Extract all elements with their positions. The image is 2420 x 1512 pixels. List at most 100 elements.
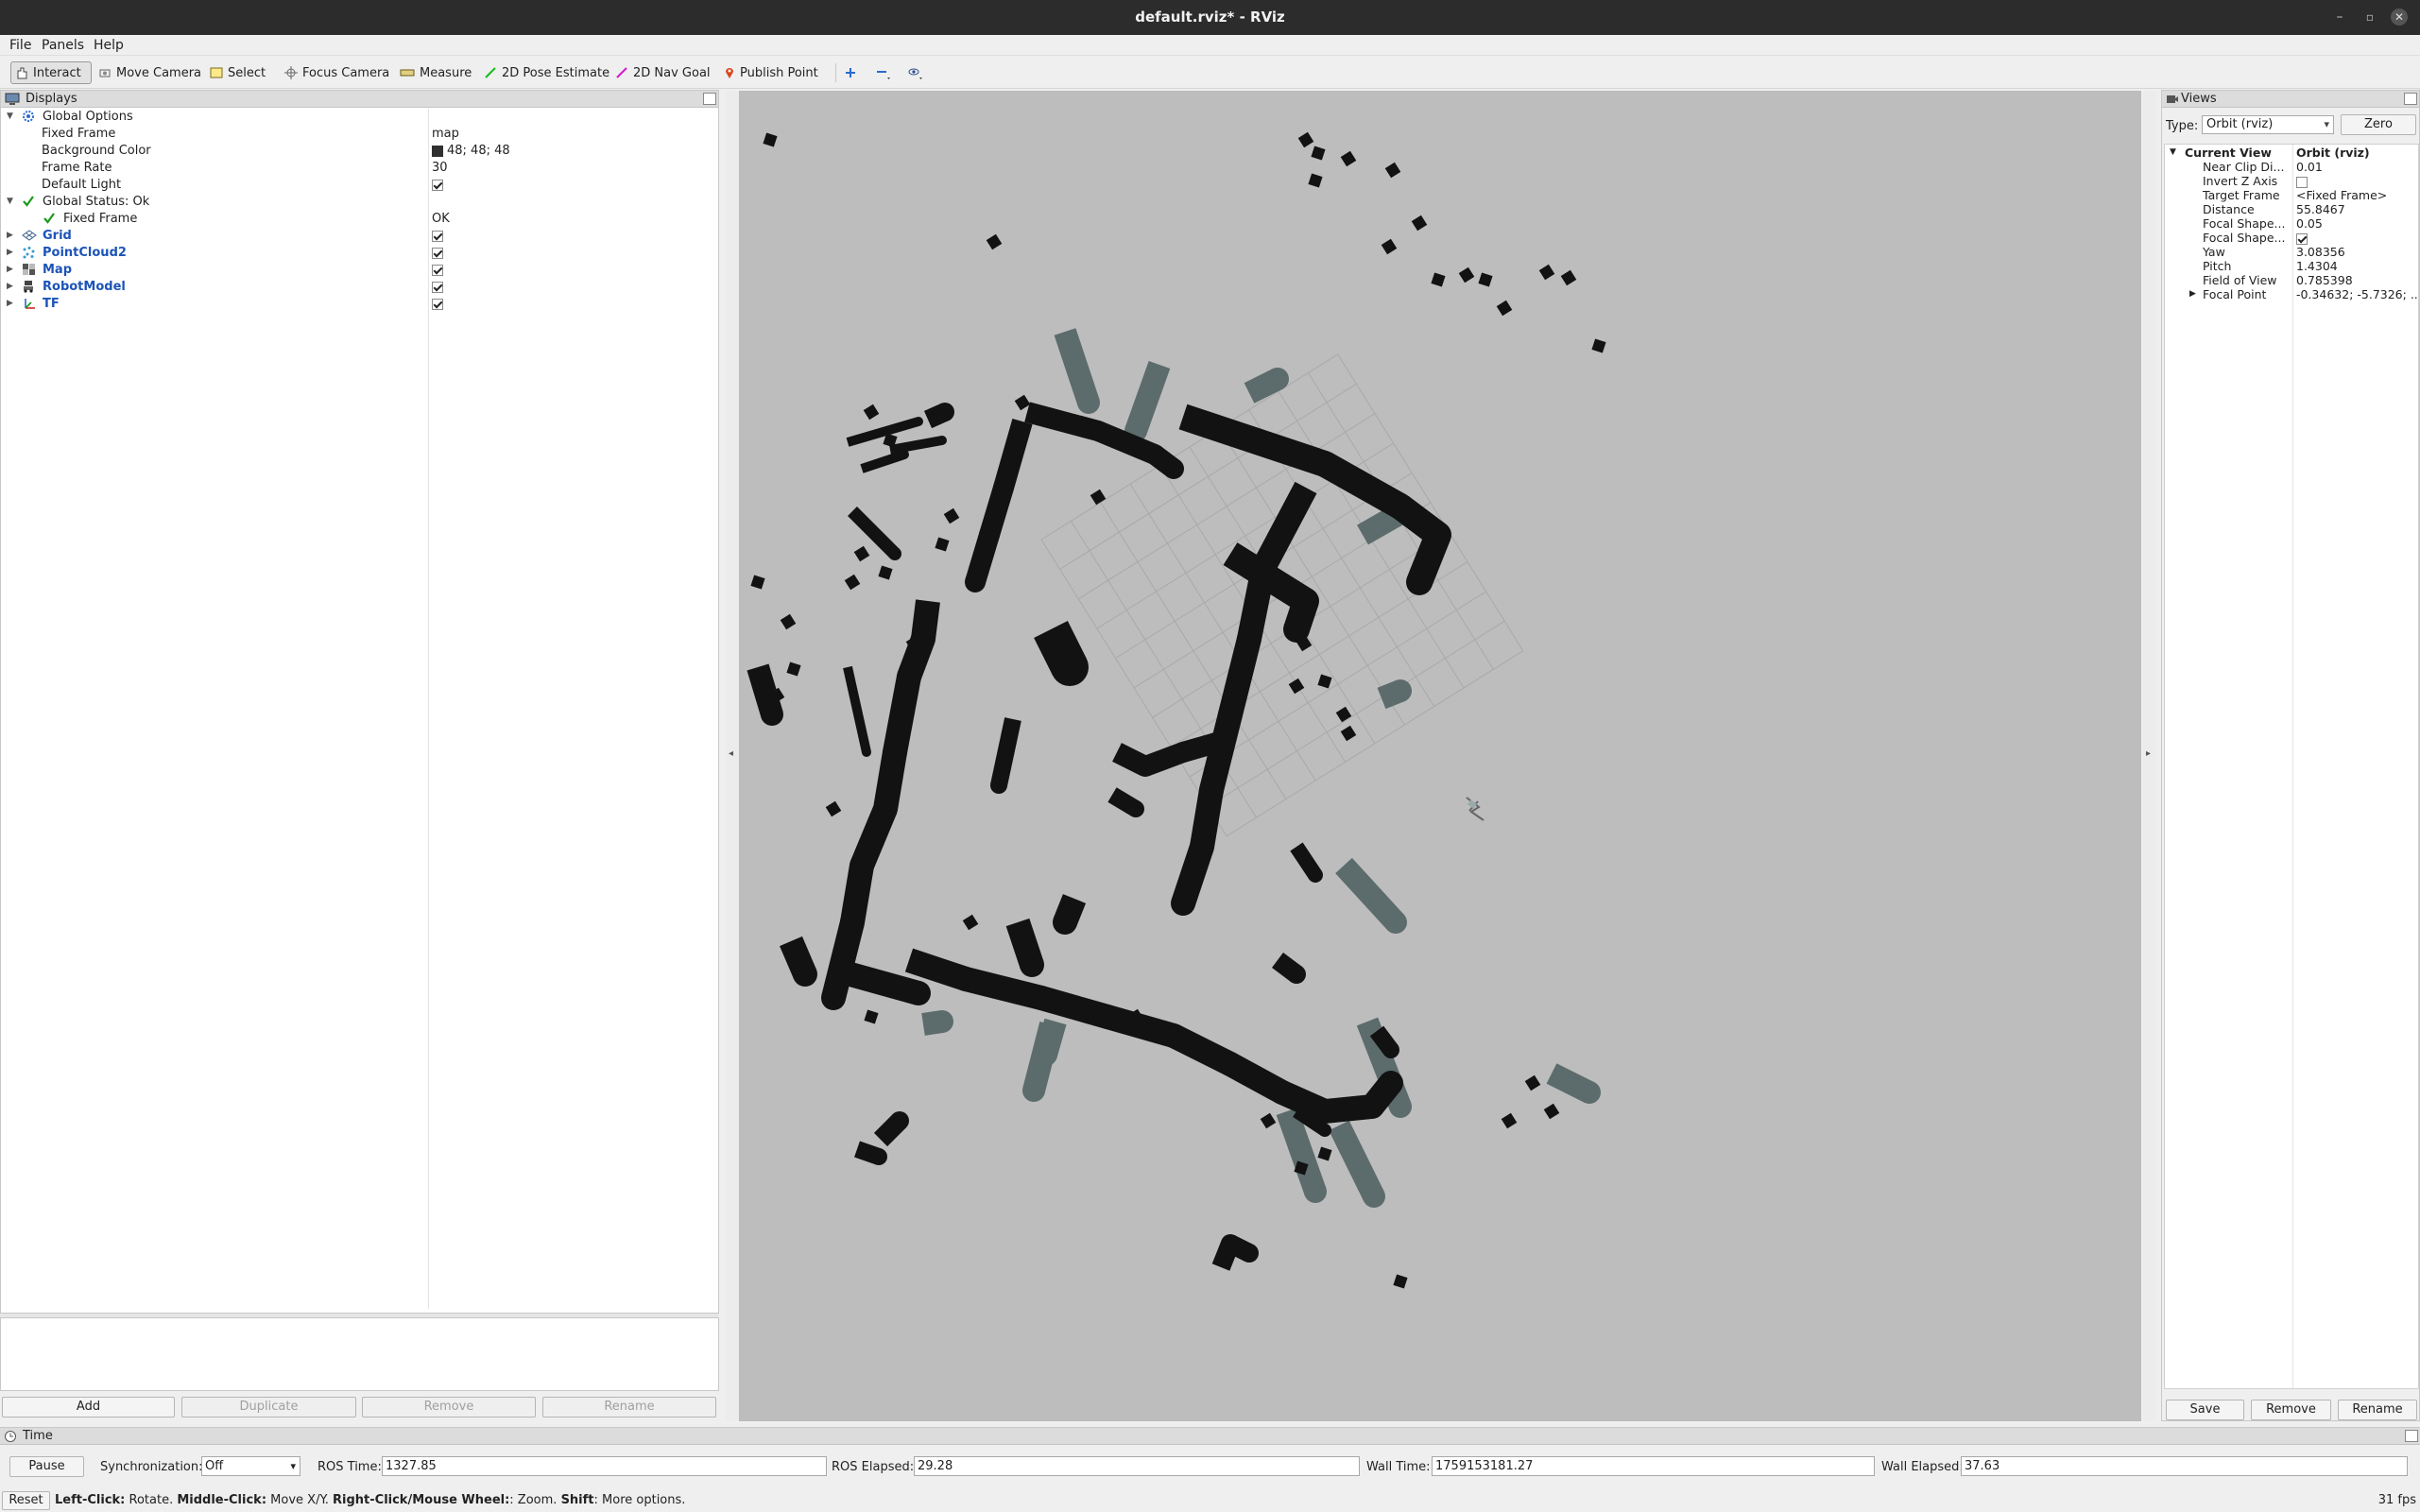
pause-button[interactable]: Pause bbox=[9, 1456, 84, 1477]
close-icon[interactable]: ✕ bbox=[2391, 9, 2408, 26]
collapse-arrow-icon[interactable]: ▶ bbox=[7, 231, 13, 240]
tool-2d-nav-goal[interactable]: 2D Nav Goal bbox=[611, 61, 714, 84]
tree-row-fixed-frame[interactable]: Fixed Frame map bbox=[1, 126, 718, 143]
collapse-arrow-icon[interactable]: ▶ bbox=[7, 265, 13, 274]
float-panel-button[interactable] bbox=[2404, 93, 2417, 105]
render-viewport[interactable] bbox=[739, 91, 2141, 1421]
remove-tool-button[interactable] bbox=[871, 61, 896, 84]
add-tool-button[interactable] bbox=[840, 61, 861, 84]
ros-time-field[interactable]: 1327.85 bbox=[382, 1456, 827, 1476]
menu-panels[interactable]: Panels bbox=[42, 38, 84, 53]
display-map-enabled bbox=[432, 263, 443, 277]
tool-select[interactable]: Select bbox=[206, 61, 269, 84]
prop-value[interactable]: -0.34632; -5.7326; ... bbox=[2296, 287, 2417, 301]
prop-value[interactable]: 0.01 bbox=[2296, 160, 2417, 174]
panel-visibility-button[interactable] bbox=[903, 61, 928, 84]
view-prop-row[interactable]: Field of View 0.785398 bbox=[2165, 273, 2418, 287]
prop-value[interactable]: 0.785398 bbox=[2296, 273, 2417, 287]
collapse-arrow-icon[interactable]: ▶ bbox=[7, 282, 13, 291]
tree-row-global-status[interactable]: ▼ Global Status: Ok bbox=[1, 194, 718, 211]
prop-value[interactable]: 0.05 bbox=[2296, 216, 2417, 231]
save-view-button[interactable]: Save bbox=[2166, 1400, 2244, 1420]
tree-row-status-fixed-frame[interactable]: Fixed Frame OK bbox=[1, 211, 718, 228]
tool-select-label: Select bbox=[228, 65, 266, 80]
background-color-value[interactable]: 48; 48; 48 bbox=[432, 144, 510, 158]
view-prop-row[interactable]: Distance 55.8467 bbox=[2165, 202, 2418, 216]
current-view-row[interactable]: ▼ Current View Orbit (rviz) bbox=[2165, 146, 2418, 160]
add-display-button[interactable]: Add bbox=[2, 1397, 175, 1418]
float-panel-button[interactable] bbox=[703, 93, 716, 105]
expand-arrow-icon[interactable]: ▼ bbox=[2170, 147, 2176, 157]
view-prop-row[interactable]: ▶ Focal Point -0.34632; -5.7326; ... bbox=[2165, 287, 2418, 301]
grid-checkbox[interactable] bbox=[432, 230, 443, 242]
robotmodel-checkbox[interactable] bbox=[432, 281, 443, 293]
tool-move-camera[interactable]: Move Camera bbox=[94, 61, 205, 84]
select-icon bbox=[210, 67, 223, 78]
sync-select[interactable]: Off ▾ bbox=[201, 1456, 300, 1476]
wall-elapsed-field[interactable]: 37.63 bbox=[1961, 1456, 2408, 1476]
prop-value[interactable]: <Fixed Frame> bbox=[2296, 188, 2417, 202]
view-type-select[interactable]: Orbit (rviz) bbox=[2202, 115, 2334, 134]
zero-view-button[interactable]: Zero bbox=[2341, 114, 2416, 135]
float-panel-button[interactable] bbox=[2405, 1430, 2418, 1442]
maximize-icon[interactable]: ▫ bbox=[2361, 9, 2378, 26]
menu-file[interactable]: File bbox=[9, 38, 31, 53]
rename-display-button[interactable]: Rename bbox=[542, 1397, 716, 1418]
tf-checkbox[interactable] bbox=[432, 298, 443, 310]
remove-display-button[interactable]: Remove bbox=[362, 1397, 536, 1418]
wall-cell bbox=[1163, 458, 1184, 479]
tree-row-tf[interactable]: ▶ TF bbox=[1, 296, 718, 313]
duplicate-display-button[interactable]: Duplicate bbox=[181, 1397, 356, 1418]
tree-row-map[interactable]: ▶ Map bbox=[1, 262, 718, 279]
tree-row-robotmodel[interactable]: ▶ RobotModel bbox=[1, 279, 718, 296]
tree-row-default-light[interactable]: Default Light bbox=[1, 177, 718, 194]
collapse-arrow-icon[interactable]: ▶ bbox=[2189, 289, 2196, 299]
focal-shape-checkbox[interactable] bbox=[2296, 232, 2308, 245]
wall-time-field[interactable]: 1759153181.27 bbox=[1432, 1456, 1875, 1476]
tree-row-background-color[interactable]: Background Color 48; 48; 48 bbox=[1, 143, 718, 160]
hint-move: Move X/Y. bbox=[266, 1493, 334, 1507]
map-checkbox[interactable] bbox=[432, 264, 443, 276]
pointcloud2-checkbox[interactable] bbox=[432, 247, 443, 259]
expand-arrow-icon[interactable]: ▼ bbox=[7, 112, 13, 121]
minimize-icon[interactable]: – bbox=[2331, 9, 2348, 26]
collapse-arrow-icon[interactable]: ▶ bbox=[7, 299, 13, 308]
tree-row-global-options[interactable]: ▼ Global Options bbox=[1, 109, 718, 126]
remove-view-button[interactable]: Remove bbox=[2251, 1400, 2331, 1420]
prop-value[interactable]: 55.8467 bbox=[2296, 202, 2417, 216]
tree-row-frame-rate[interactable]: Frame Rate 30 bbox=[1, 160, 718, 177]
collapse-right-panel-handle[interactable]: ▸ bbox=[2143, 91, 2156, 1421]
time-title: Time bbox=[23, 1429, 53, 1443]
tool-publish-point[interactable]: Publish Point bbox=[720, 61, 822, 84]
fixed-frame-value[interactable]: map bbox=[432, 127, 459, 141]
tool-measure[interactable]: Measure bbox=[396, 61, 475, 84]
tree-row-grid[interactable]: ▶ Grid bbox=[1, 228, 718, 245]
view-prop-row[interactable]: Pitch 1.4304 bbox=[2165, 259, 2418, 273]
invert-z-checkbox[interactable] bbox=[2296, 176, 2308, 188]
view-prop-row[interactable]: Near Clip Di... 0.01 bbox=[2165, 160, 2418, 174]
view-prop-row[interactable]: Yaw 3.08356 bbox=[2165, 245, 2418, 259]
frame-rate-value[interactable]: 30 bbox=[432, 161, 448, 175]
menu-help[interactable]: Help bbox=[94, 38, 124, 53]
ros-elapsed-field[interactable]: 29.28 bbox=[914, 1456, 1360, 1476]
expand-arrow-icon[interactable]: ▼ bbox=[7, 197, 13, 206]
grid-line bbox=[1337, 353, 1524, 651]
view-prop-row[interactable]: Target Frame <Fixed Frame> bbox=[2165, 188, 2418, 202]
grid-line bbox=[1226, 650, 1524, 837]
view-prop-row[interactable]: Invert Z Axis bbox=[2165, 174, 2418, 188]
collapse-left-panel-handle[interactable]: ◂ bbox=[726, 91, 739, 1421]
default-light-checkbox[interactable] bbox=[432, 179, 443, 191]
prop-value[interactable]: 1.4304 bbox=[2296, 259, 2417, 273]
monitor-icon bbox=[5, 93, 20, 105]
obstacle-cell bbox=[914, 417, 923, 426]
rename-view-button[interactable]: Rename bbox=[2338, 1400, 2417, 1420]
tool-focus-camera[interactable]: Focus Camera bbox=[281, 61, 393, 84]
tool-2d-pose-estimate[interactable]: 2D Pose Estimate bbox=[480, 61, 613, 84]
view-prop-row[interactable]: Focal Shape... 0.05 bbox=[2165, 216, 2418, 231]
collapse-arrow-icon[interactable]: ▶ bbox=[7, 248, 13, 257]
reset-button[interactable]: Reset bbox=[2, 1491, 50, 1510]
view-prop-row[interactable]: Focal Shape... bbox=[2165, 231, 2418, 245]
prop-value[interactable]: 3.08356 bbox=[2296, 245, 2417, 259]
tree-row-pointcloud2[interactable]: ▶ PointCloud2 bbox=[1, 245, 718, 262]
tool-interact[interactable]: Interact bbox=[10, 61, 92, 84]
